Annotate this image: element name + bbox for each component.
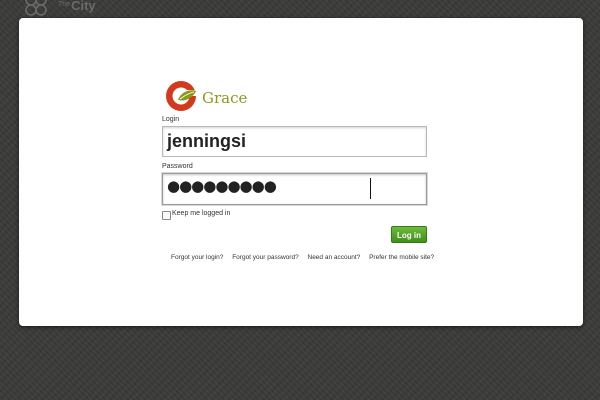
church-logo: Grace <box>165 80 285 112</box>
brand-the: The <box>58 1 71 8</box>
forgot-login-link[interactable]: Forgot your login? <box>171 254 223 261</box>
login-input[interactable]: jenningsi <box>162 126 427 157</box>
need-account-link[interactable]: Need an account? <box>308 254 361 261</box>
remember-me-label[interactable]: Keep me logged in <box>172 210 230 217</box>
logo-text: Grace <box>202 89 248 107</box>
mobile-site-link[interactable]: Prefer the mobile site? <box>369 254 434 261</box>
login-button[interactable]: Log in <box>391 226 427 243</box>
help-links: Forgot your login? Forgot your password?… <box>171 254 434 261</box>
brand-name: City <box>71 0 96 13</box>
top-bar: TheCity <box>0 0 600 18</box>
login-card: Grace Login jenningsi Password ●●●●●●●●●… <box>19 18 583 326</box>
login-label: Login <box>162 116 180 123</box>
forgot-password-link[interactable]: Forgot your password? <box>232 254 298 261</box>
login-input-value: jenningsi <box>167 131 247 151</box>
city-flower-logo-icon <box>25 0 47 16</box>
grace-leaf-logo-icon <box>166 81 197 111</box>
password-input-value: ●●●●●●●●● <box>167 177 277 195</box>
password-input[interactable]: ●●●●●●●●● <box>162 173 427 205</box>
city-wordmark[interactable]: TheCity <box>58 0 96 13</box>
text-caret <box>370 178 371 199</box>
remember-me-checkbox[interactable] <box>162 211 171 220</box>
password-label: Password <box>162 163 193 170</box>
